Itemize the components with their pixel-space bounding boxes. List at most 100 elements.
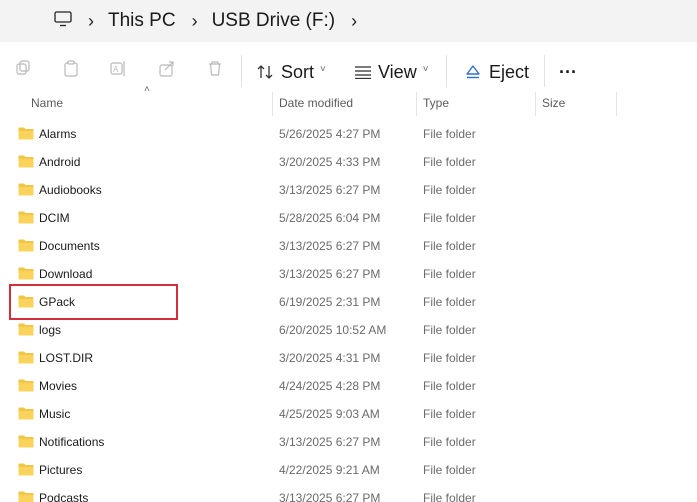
file-type: File folder	[423, 407, 476, 421]
file-name: GPack	[39, 295, 76, 309]
folder-icon	[18, 183, 34, 196]
file-type: File folder	[423, 323, 476, 337]
file-date-modified: 6/19/2025 2:31 PM	[279, 295, 381, 309]
list-item[interactable]: Alarms 5/26/2025 4:27 PM File folder	[0, 120, 697, 148]
file-date-modified: 3/20/2025 4:33 PM	[279, 155, 381, 169]
eject-icon	[466, 65, 480, 79]
sort-icon	[257, 65, 273, 79]
file-type: File folder	[423, 183, 476, 197]
address-bar[interactable]: › This PC › USB Drive (F:) ›	[0, 0, 697, 42]
file-date-modified: 3/13/2025 6:27 PM	[279, 267, 381, 281]
file-name: Podcasts	[39, 491, 89, 502]
file-type: File folder	[423, 127, 476, 141]
folder-icon	[18, 407, 34, 420]
delete-icon[interactable]	[207, 60, 223, 77]
file-name: DCIM	[39, 211, 70, 225]
file-date-modified: 6/20/2025 10:52 AM	[279, 323, 387, 337]
file-date-modified: 4/24/2025 4:28 PM	[279, 379, 381, 393]
column-date-modified[interactable]: Date modified	[279, 96, 353, 110]
folder-icon	[18, 463, 34, 476]
more-options-button[interactable]: ···	[559, 58, 577, 86]
svg-text:A: A	[113, 65, 119, 74]
file-name: Movies	[39, 379, 78, 393]
file-name: Download	[39, 267, 93, 281]
file-explorer-window: › This PC › USB Drive (F:) › A Sort ˅ Vi…	[0, 0, 697, 502]
file-date-modified: 3/13/2025 6:27 PM	[279, 239, 381, 253]
folder-icon	[18, 239, 34, 252]
file-name: logs	[39, 323, 62, 337]
file-name: LOST.DIR	[39, 351, 94, 365]
file-type: File folder	[423, 155, 476, 169]
list-item[interactable]: Documents 3/13/2025 6:27 PM File folder	[0, 232, 697, 260]
file-name: Audiobooks	[39, 183, 102, 197]
list-item[interactable]: Pictures 4/22/2025 9:21 AM File folder	[0, 456, 697, 484]
file-name: Android	[39, 155, 81, 169]
chevron-down-icon: ˅	[320, 63, 326, 75]
file-date-modified: 4/25/2025 9:03 AM	[279, 407, 380, 421]
view-label: View	[378, 61, 417, 82]
toolbar-divider	[544, 55, 545, 87]
cut-icon[interactable]	[15, 60, 31, 77]
list-item[interactable]: Movies 4/24/2025 4:28 PM File folder	[0, 372, 697, 400]
file-type: File folder	[423, 211, 476, 225]
file-date-modified: 3/13/2025 6:27 PM	[279, 435, 381, 449]
breadcrumb-usb-drive[interactable]: USB Drive (F:)	[212, 10, 336, 32]
chevron-right-icon[interactable]: ›	[351, 11, 357, 32]
column-name[interactable]: Name	[31, 96, 63, 110]
rename-icon[interactable]: A	[110, 60, 126, 77]
file-name: Documents	[39, 239, 100, 253]
file-type: File folder	[423, 239, 476, 253]
toolbar-divider	[446, 55, 447, 87]
file-date-modified: 3/13/2025 6:27 PM	[279, 491, 381, 502]
file-type: File folder	[423, 295, 476, 309]
folder-icon	[18, 155, 34, 168]
folder-icon	[18, 351, 34, 364]
column-header: Name Date modified Type Size	[0, 90, 697, 116]
file-type: File folder	[423, 267, 476, 281]
share-icon[interactable]	[159, 60, 175, 77]
folder-icon	[18, 435, 34, 448]
sort-button[interactable]: Sort ˅	[257, 58, 326, 86]
list-item[interactable]: logs 6/20/2025 10:52 AM File folder	[0, 316, 697, 344]
copy-icon[interactable]	[63, 60, 79, 77]
eject-label: Eject	[489, 61, 530, 82]
column-divider[interactable]	[272, 92, 273, 116]
chevron-right-icon[interactable]: ›	[88, 11, 94, 32]
list-item[interactable]: Audiobooks 3/13/2025 6:27 PM File folder	[0, 176, 697, 204]
list-item[interactable]: GPack 6/19/2025 2:31 PM File folder	[0, 288, 697, 316]
file-type: File folder	[423, 379, 476, 393]
folder-icon	[18, 379, 34, 392]
column-divider[interactable]	[616, 92, 617, 116]
list-item[interactable]: Download 3/13/2025 6:27 PM File folder	[0, 260, 697, 288]
file-list: Alarms 5/26/2025 4:27 PM File folder And…	[0, 120, 697, 502]
folder-icon	[18, 491, 34, 502]
eject-button[interactable]: Eject	[465, 58, 529, 86]
folder-icon	[18, 323, 34, 336]
file-date-modified: 5/26/2025 4:27 PM	[279, 127, 381, 141]
file-type: File folder	[423, 463, 476, 477]
file-name: Music	[39, 407, 71, 421]
file-type: File folder	[423, 491, 476, 502]
computer-icon[interactable]	[54, 11, 72, 27]
chevron-right-icon[interactable]: ›	[192, 11, 198, 32]
column-type[interactable]: Type	[423, 96, 449, 110]
view-button[interactable]: View ˅	[354, 58, 429, 86]
list-item[interactable]: Android 3/20/2025 4:33 PM File folder	[0, 148, 697, 176]
column-divider[interactable]	[535, 92, 536, 116]
list-item[interactable]: Notifications 3/13/2025 6:27 PM File fol…	[0, 428, 697, 456]
breadcrumb-this-pc[interactable]: This PC	[108, 10, 176, 32]
list-item[interactable]: Music 4/25/2025 9:03 AM File folder	[0, 400, 697, 428]
list-item[interactable]: LOST.DIR 3/20/2025 4:31 PM File folder	[0, 344, 697, 372]
list-item[interactable]: DCIM 5/28/2025 6:04 PM File folder	[0, 204, 697, 232]
column-size[interactable]: Size	[542, 96, 565, 110]
list-item[interactable]: Podcasts 3/13/2025 6:27 PM File folder	[0, 484, 697, 502]
view-icon	[355, 66, 371, 79]
column-divider[interactable]	[416, 92, 417, 116]
folder-icon	[18, 267, 34, 280]
file-name: Alarms	[39, 127, 77, 141]
folder-icon	[18, 295, 34, 308]
toolbar-divider	[241, 55, 242, 87]
file-name: Pictures	[39, 463, 83, 477]
file-date-modified: 3/20/2025 4:31 PM	[279, 351, 381, 365]
file-date-modified: 4/22/2025 9:21 AM	[279, 463, 380, 477]
